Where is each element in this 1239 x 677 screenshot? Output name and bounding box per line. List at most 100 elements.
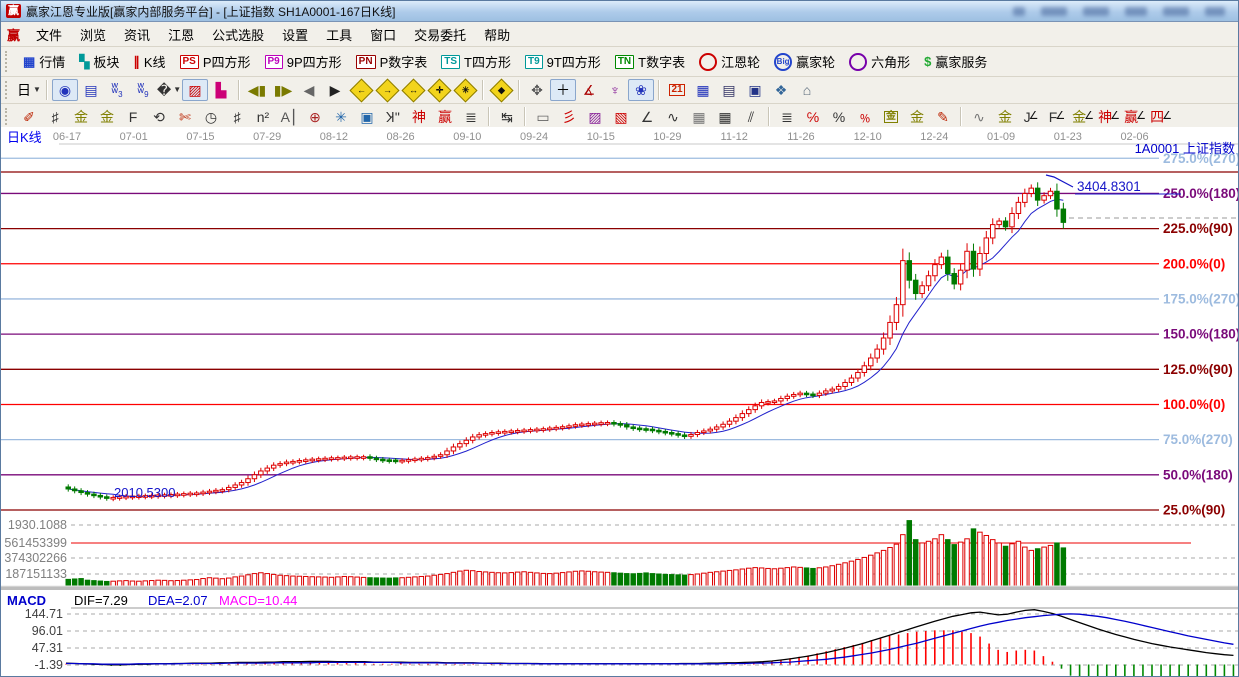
shen-angle-icon[interactable]: 神∠: [1096, 106, 1122, 128]
gann-tool-icon[interactable]: ♆: [602, 79, 628, 101]
gold-line-icon[interactable]: 金: [904, 106, 930, 128]
t-number-table-button[interactable]: TNT数字表: [608, 49, 692, 74]
expand-horizontal-icon[interactable]: ↔: [400, 79, 426, 101]
titlebar-item-blurred[interactable]: [1083, 7, 1109, 16]
compress-icon[interactable]: ✛: [426, 79, 452, 101]
titlebar-item-blurred[interactable]: [1041, 7, 1067, 16]
angle-measure-icon[interactable]: ∡: [576, 79, 602, 101]
sector-button[interactable]: ▚板块: [72, 49, 126, 74]
gold-fence2-icon[interactable]: 金: [94, 106, 120, 128]
grid-tool-icon[interactable]: ▦: [686, 106, 712, 128]
shift-right-icon[interactable]: →: [374, 79, 400, 101]
gold-angle-icon[interactable]: 金∠: [1070, 106, 1096, 128]
menu-gann[interactable]: 江恩: [159, 23, 203, 46]
menu-news[interactable]: 资讯: [115, 23, 159, 46]
bars-3-icon[interactable]: ʬ3: [104, 79, 130, 101]
web-data-icon[interactable]: ❖: [768, 79, 794, 101]
menu-window[interactable]: 窗口: [361, 23, 405, 46]
percent-icon[interactable]: %: [826, 106, 852, 128]
pen-tool-icon[interactable]: ✎: [930, 106, 956, 128]
eraser-tool-icon[interactable]: ✐: [16, 106, 42, 128]
p-number-table-button[interactable]: PNP数字表: [349, 49, 435, 74]
toolbar-grip[interactable]: [5, 81, 12, 99]
titlebar-item-blurred[interactable]: [1013, 7, 1025, 16]
toolbar-grip[interactable]: [5, 108, 12, 126]
fit-all-icon[interactable]: ✳: [452, 79, 478, 101]
pattern-brain-icon[interactable]: ❀: [628, 79, 654, 101]
period-day-dropdown[interactable]: 日▼: [16, 79, 42, 101]
win-angle-icon[interactable]: 赢∠: [1122, 106, 1148, 128]
hexagon-button[interactable]: 六角形: [842, 49, 917, 74]
titlebar-item-blurred[interactable]: [1125, 7, 1147, 16]
ray-box-icon[interactable]: ▨: [582, 106, 608, 128]
p-square-button[interactable]: PSP四方形: [173, 49, 258, 74]
menu-formula-picker[interactable]: 公式选股: [203, 23, 273, 46]
knife-tool-icon[interactable]: ✄: [172, 106, 198, 128]
menu-browse[interactable]: 浏览: [71, 23, 115, 46]
gold-circle-icon[interactable]: 金: [878, 106, 904, 128]
percent-line-icon[interactable]: ﹪: [852, 106, 878, 128]
kline-chart-canvas[interactable]: 06-1707-0107-1507-2908-1208-2609-1009-24…: [1, 127, 1239, 677]
f-fence-icon[interactable]: F: [120, 106, 146, 128]
parallel-lines-icon[interactable]: ⫽: [738, 106, 764, 128]
fence2-tool-icon[interactable]: ♯: [224, 106, 250, 128]
rays-tool-icon[interactable]: 彡: [556, 106, 582, 128]
four-angle-icon[interactable]: 四∠: [1148, 106, 1174, 128]
hand-tool-icon[interactable]: ✥: [524, 79, 550, 101]
shift-left-icon[interactable]: ←: [348, 79, 374, 101]
t9-square-button[interactable]: T99T四方形: [518, 49, 608, 74]
square-grid-icon[interactable]: ▣: [354, 106, 380, 128]
a-channel-icon[interactable]: A⎮: [276, 106, 302, 128]
menu-settings[interactable]: 设置: [273, 23, 317, 46]
gann-pattern-icon[interactable]: ▨: [182, 79, 208, 101]
wave-overlay-icon[interactable]: ∿: [966, 106, 992, 128]
titlebar-item-blurred[interactable]: [1163, 7, 1189, 16]
zigzag-tool-icon[interactable]: ∿: [660, 106, 686, 128]
note-icon[interactable]: ▤: [78, 79, 104, 101]
f-angle-icon[interactable]: F∠: [1044, 106, 1070, 128]
candle-style-dropdown[interactable]: �▼: [156, 79, 182, 101]
menu-file[interactable]: 文件: [27, 23, 71, 46]
quote-button[interactable]: ▦行情: [16, 49, 72, 74]
level-list-icon[interactable]: ≣: [774, 106, 800, 128]
shen-tool-icon[interactable]: 神: [406, 106, 432, 128]
box-tool-icon[interactable]: ▭: [530, 106, 556, 128]
notepad-icon[interactable]: ▤: [716, 79, 742, 101]
titlebar-item-blurred[interactable]: [1205, 7, 1225, 16]
next-page-icon[interactable]: ▶: [322, 79, 348, 101]
save-icon[interactable]: ▣: [742, 79, 768, 101]
spiral-tool-icon[interactable]: ⟲: [146, 106, 172, 128]
bars-9-icon[interactable]: ʬ9: [130, 79, 156, 101]
angle-lines-icon[interactable]: ∠: [634, 106, 660, 128]
j-angle-icon[interactable]: J∠: [1018, 106, 1044, 128]
chart-area[interactable]: 06-1707-0107-1507-2908-1208-2609-1009-24…: [1, 127, 1239, 677]
prev-page-icon[interactable]: ◀: [296, 79, 322, 101]
t-square-button[interactable]: TST四方形: [434, 49, 518, 74]
k-mark-icon[interactable]: Ʞʺ: [380, 106, 406, 128]
star-grid-icon[interactable]: ✳: [328, 106, 354, 128]
calculator-icon[interactable]: ▦: [690, 79, 716, 101]
center-icon[interactable]: ◆: [488, 79, 514, 101]
gold-underline-icon[interactable]: 金: [992, 106, 1018, 128]
kline-button[interactable]: ∥K线: [126, 49, 172, 74]
width-measure-icon[interactable]: ↹: [494, 106, 520, 128]
t-percent-icon[interactable]: ℅: [800, 106, 826, 128]
fence-tool-icon[interactable]: ♯: [42, 106, 68, 128]
ruler-123-icon[interactable]: ≣: [458, 106, 484, 128]
jump-end-icon[interactable]: ▮▶: [270, 79, 296, 101]
computer-icon[interactable]: ⌂: [794, 79, 820, 101]
cycle-clock-icon[interactable]: ◷: [198, 106, 224, 128]
win-tool-icon[interactable]: 赢: [432, 106, 458, 128]
winner-wheel-button[interactable]: Big赢家轮: [767, 49, 842, 74]
gold-fence-icon[interactable]: 金: [68, 106, 94, 128]
jump-start-icon[interactable]: ◀▮: [244, 79, 270, 101]
gann-circle-icon[interactable]: ⊕: [302, 106, 328, 128]
menu-tools[interactable]: 工具: [317, 23, 361, 46]
n-squared-icon[interactable]: n²: [250, 106, 276, 128]
menu-trade[interactable]: 交易委托: [405, 23, 475, 46]
volume-profile-icon[interactable]: ▙: [208, 79, 234, 101]
crosshair-tool-icon[interactable]: ＋: [550, 79, 576, 101]
gann-wheel-button[interactable]: 江恩轮: [692, 49, 767, 74]
p9-square-button[interactable]: P99P四方形: [258, 49, 349, 74]
grid-arrow-icon[interactable]: ▦: [712, 106, 738, 128]
